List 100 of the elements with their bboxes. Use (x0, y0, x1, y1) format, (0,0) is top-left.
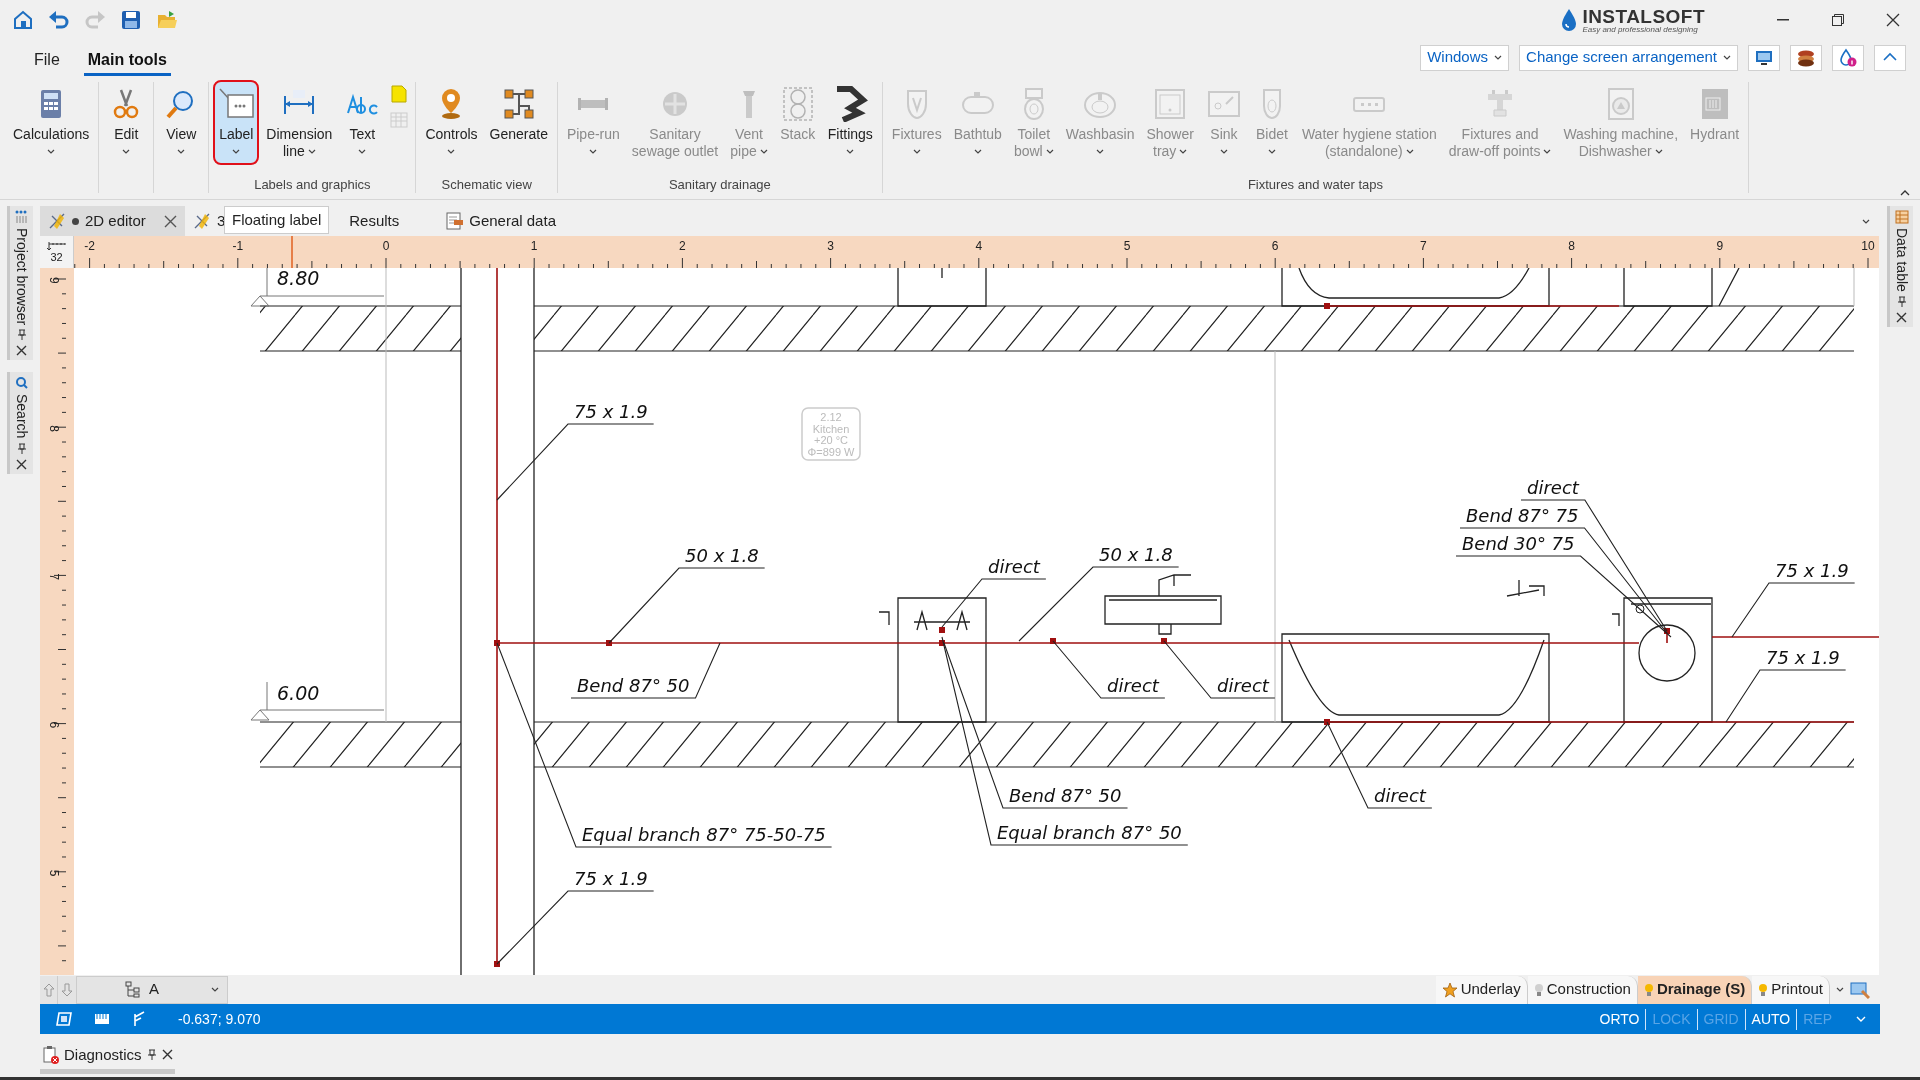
modified-dot-icon (72, 217, 79, 225)
caret-icon (1494, 55, 1503, 60)
drafting-icon (192, 212, 211, 230)
dropdown[interactable]: Windows (1420, 44, 1510, 71)
reference-line (1853, 268, 1855, 307)
quick-access-button[interactable] (120, 9, 142, 31)
ribbon-button[interactable]: Dimension line (263, 82, 336, 163)
ruler-label: 8 (1568, 239, 1575, 253)
pipe-label: direct (1107, 675, 1159, 696)
quick-access-button[interactable] (12, 9, 34, 31)
room-tag-text: +20 °C (813, 434, 849, 446)
bulb-icon (1643, 982, 1654, 997)
ruler-label: -2 (84, 239, 95, 253)
close-button[interactable] (161, 1049, 173, 1061)
caret-icon (211, 987, 219, 993)
star-icon (1441, 981, 1458, 998)
undo-icon (48, 9, 70, 31)
panel-icon (1894, 210, 1909, 224)
pipe-label: direct (1217, 675, 1269, 696)
caret-icon (1856, 1016, 1866, 1023)
document-tab[interactable]: Results (341, 206, 408, 236)
layer-tool-button[interactable] (1850, 980, 1870, 999)
tab-list-button[interactable] (1862, 218, 1870, 224)
close-icon (16, 345, 27, 357)
ruler-origin-icon[interactable] (46, 241, 67, 251)
status-menu-button[interactable] (1856, 1016, 1866, 1023)
search-icon (14, 376, 29, 391)
cursor-marker (291, 236, 293, 268)
pin-icon (1895, 295, 1908, 308)
room-tag-text: Kitchen (812, 422, 850, 435)
pipe-label: Bend 87° 50 (1009, 785, 1122, 806)
layer-button[interactable] (56, 1011, 72, 1028)
drop-icon (1560, 8, 1579, 32)
ribbon-button[interactable]: Label (215, 82, 258, 163)
caret-icon (1900, 188, 1910, 196)
layer-list-button[interactable] (1836, 987, 1844, 993)
save-icon (120, 9, 142, 31)
close-button[interactable] (16, 345, 27, 357)
ruler-label: 10 (1861, 239, 1875, 253)
room-tag (801, 407, 861, 461)
monitor-button[interactable] (1748, 44, 1780, 71)
hierarchy-icon (125, 981, 141, 999)
bulb-icon (1758, 982, 1769, 997)
reel-button[interactable] (1790, 44, 1822, 71)
arrow-up-icon (42, 982, 55, 997)
collapse-button[interactable] (1874, 44, 1906, 71)
ribbon-button[interactable]: Fittings (824, 82, 876, 163)
logo-tagline: Easy and professional designing (1582, 25, 1699, 34)
room-tag-text: Φ=899 W (807, 445, 855, 458)
ribbon-button[interactable]: Calculations (10, 82, 93, 163)
faucet-drawing (1506, 579, 1545, 597)
panel-tab[interactable]: Diagnostics (64, 1043, 142, 1067)
room-tag-text: 2.12 (820, 411, 842, 423)
ribbon-button[interactable]: View (160, 82, 203, 163)
layer-tab[interactable]: Construction (1527, 975, 1638, 1004)
ribbon-button[interactable]: Controls (422, 82, 481, 163)
ribbon-button[interactable]: Text (341, 82, 384, 163)
close-icon (161, 1049, 173, 1061)
home-icon (12, 9, 34, 31)
clipboard-error-icon (42, 1045, 60, 1064)
quick-access-button[interactable] (156, 9, 178, 31)
status-toggle[interactable]: AUTO (1744, 1008, 1797, 1030)
pin-button[interactable] (145, 1048, 158, 1061)
drop-info-button[interactable] (1832, 44, 1864, 71)
layer-tab[interactable]: Printout (1752, 975, 1830, 1004)
layer-tab[interactable]: Underlay (1435, 975, 1528, 1004)
group-label: Fixtures and water taps (1247, 177, 1383, 193)
close-button[interactable] (16, 458, 27, 470)
quick-access-button[interactable] (48, 9, 70, 31)
ruler-label: -1 (232, 239, 244, 253)
ruler-label: 8 (47, 425, 61, 432)
close-icon (1896, 311, 1907, 323)
ruler-label: 1 (530, 239, 538, 253)
layer-dropdown[interactable]: A (76, 975, 228, 1004)
knob-drawing (1635, 604, 1645, 614)
drawing-canvas[interactable] (74, 268, 1879, 975)
caret-icon (1836, 987, 1844, 993)
document-tab[interactable]: General data (437, 206, 564, 236)
ruler-label: 2 (679, 239, 686, 253)
ruler-label: 6 (47, 721, 61, 729)
close-button[interactable] (1896, 311, 1907, 323)
ruler-label: 9 (47, 277, 61, 284)
pin-button[interactable] (1895, 295, 1908, 308)
pin-button[interactable] (15, 442, 28, 455)
menu-tab[interactable]: File (30, 46, 64, 76)
ruler-label: 4 (975, 239, 983, 253)
close-icon (16, 458, 27, 470)
layer-tab[interactable]: Drainage (S) (1637, 975, 1753, 1004)
ruler-label: 3 (827, 239, 834, 253)
drop-info-icon (1838, 47, 1858, 68)
menu-tab[interactable]: Main tools (83, 46, 171, 76)
dropdown[interactable]: Change screen arrangement (1519, 44, 1738, 71)
pin-button[interactable] (15, 329, 28, 342)
panel-icon (14, 210, 29, 224)
ribbon-button[interactable]: Edit (105, 82, 148, 163)
status-toggle[interactable]: ORTO (1593, 1008, 1646, 1030)
close-icon (1885, 13, 1900, 27)
document-tab[interactable]: 2D editor (40, 206, 185, 236)
ribbon-button[interactable]: Generate (486, 82, 551, 146)
minimize-icon (1776, 19, 1789, 21)
